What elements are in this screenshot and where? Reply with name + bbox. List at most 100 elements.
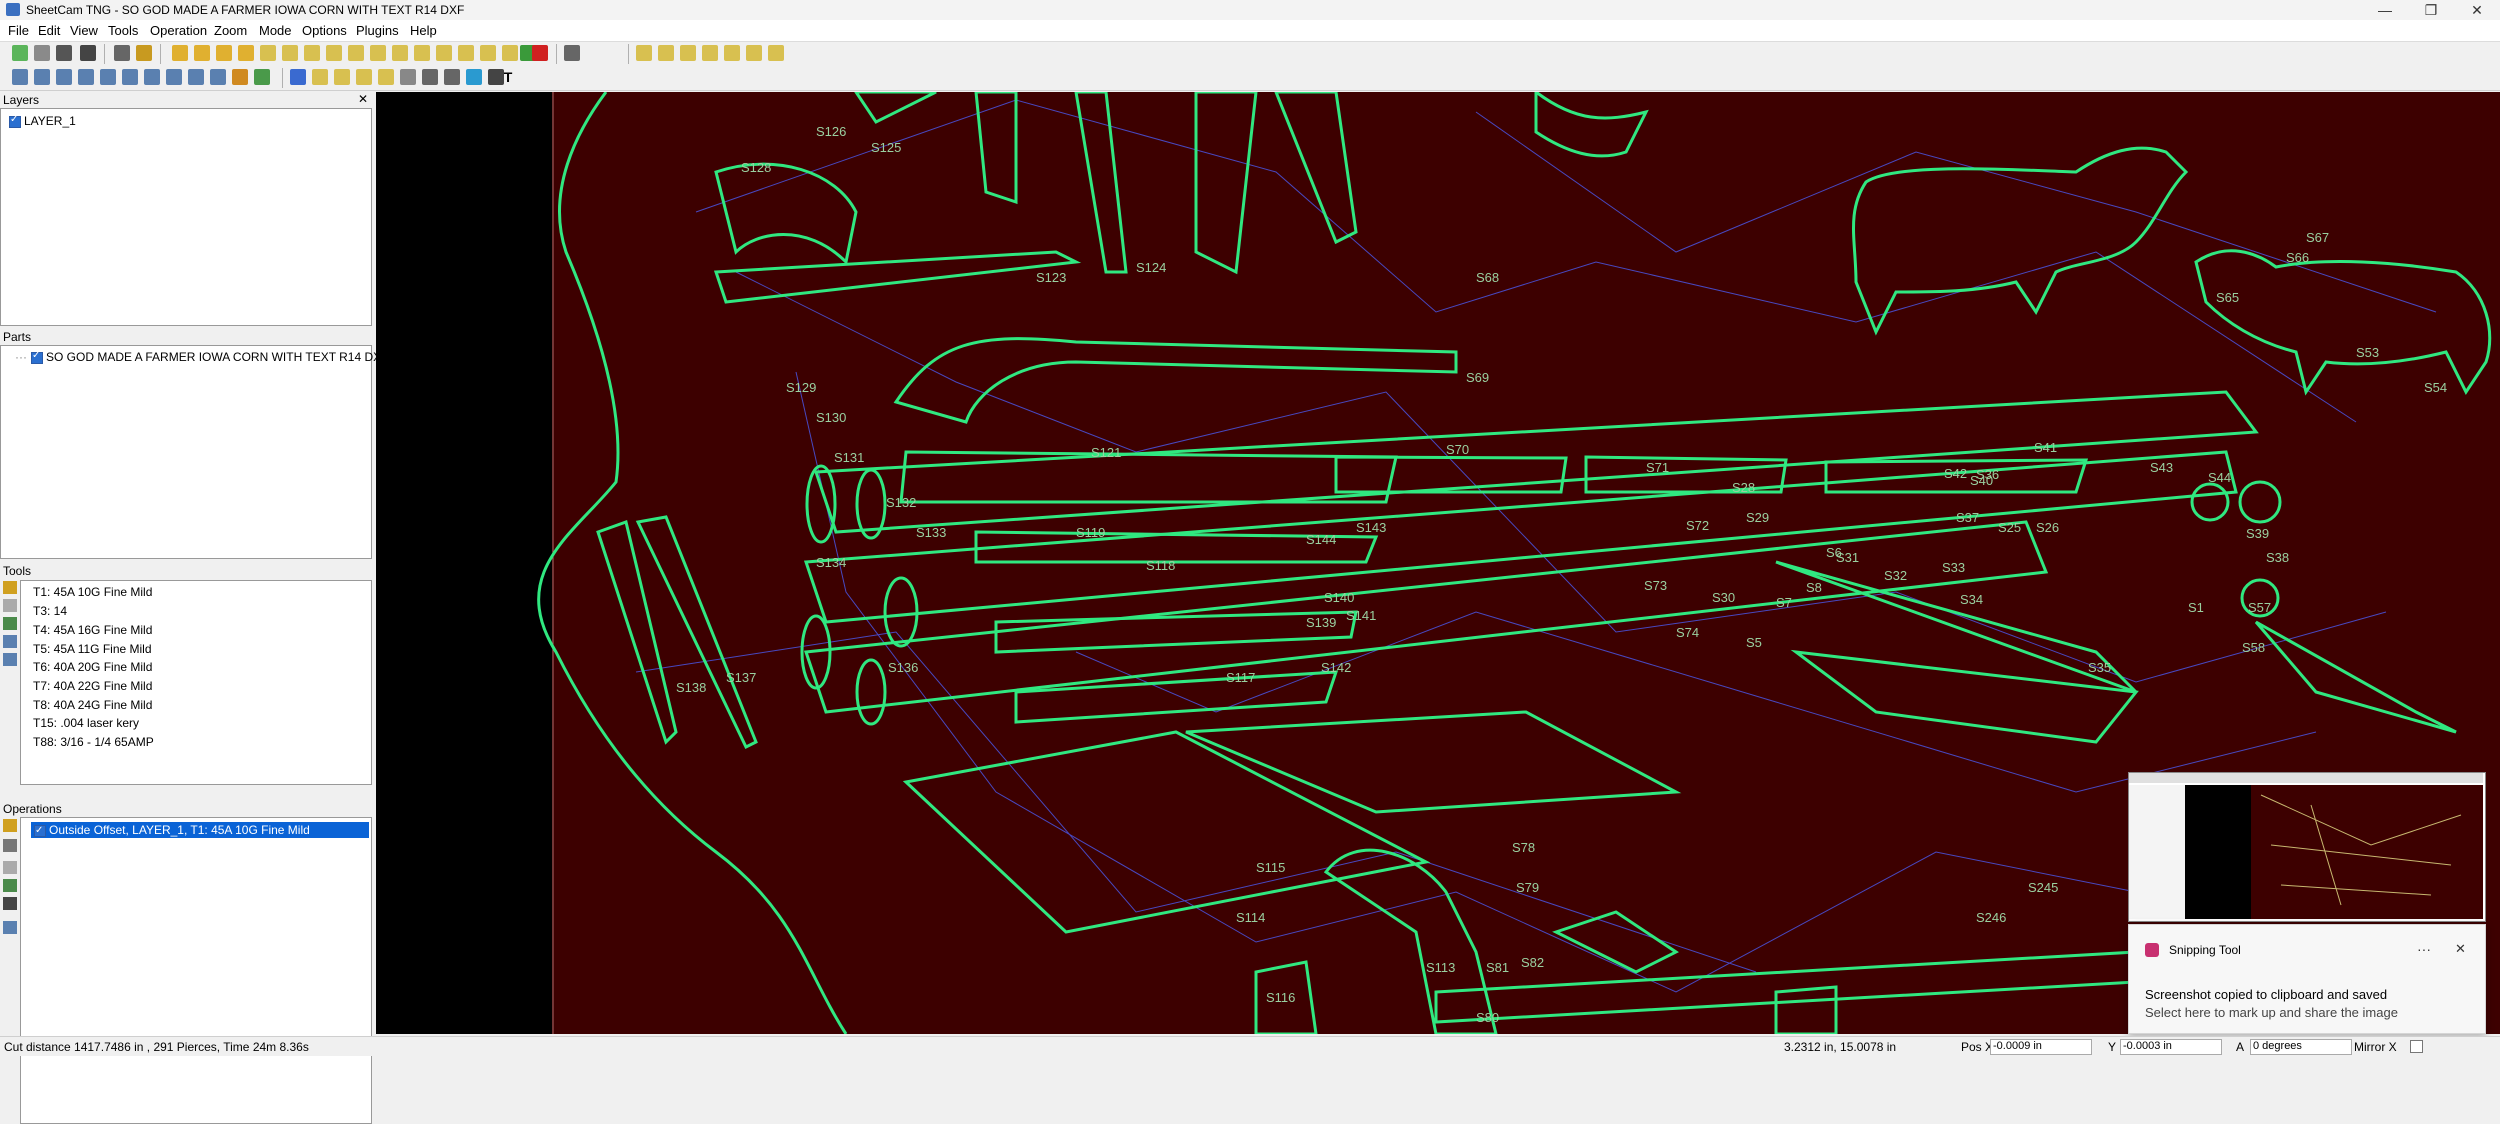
checkbox-icon[interactable] bbox=[34, 823, 46, 839]
op-code-icon[interactable] bbox=[3, 897, 17, 910]
angle-input[interactable]: 0 degrees bbox=[2250, 1039, 2352, 1055]
zoom-out-icon[interactable] bbox=[658, 45, 674, 61]
operation-3-icon[interactable] bbox=[216, 45, 232, 61]
op-drill-icon[interactable] bbox=[3, 839, 17, 852]
view-1-icon[interactable] bbox=[12, 69, 28, 85]
view-7-icon[interactable] bbox=[144, 69, 160, 85]
op-cut-icon[interactable] bbox=[3, 819, 17, 832]
move-icon[interactable] bbox=[400, 69, 416, 85]
zoom-selection-icon[interactable] bbox=[768, 45, 784, 61]
zoom-in-icon[interactable] bbox=[636, 45, 652, 61]
checkbox-icon[interactable] bbox=[9, 114, 21, 128]
tool-item[interactable]: T1: 45A 10G Fine Mild bbox=[33, 585, 152, 599]
operation-7-icon[interactable] bbox=[304, 45, 320, 61]
tool-item[interactable]: T5: 45A 11G Fine Mild bbox=[33, 642, 152, 656]
op-mill-icon[interactable] bbox=[3, 861, 17, 874]
operation-10-icon[interactable] bbox=[370, 45, 386, 61]
tool-table-icon[interactable] bbox=[3, 635, 17, 648]
undo-icon[interactable] bbox=[564, 45, 580, 61]
view-12-icon[interactable] bbox=[254, 69, 270, 85]
operation-11-icon[interactable] bbox=[392, 45, 408, 61]
tool-list-icon[interactable] bbox=[3, 653, 17, 666]
op-table-icon[interactable] bbox=[3, 921, 17, 934]
zoom-extents-icon[interactable] bbox=[702, 45, 718, 61]
menu-tools[interactable]: Tools bbox=[108, 23, 138, 38]
text-tool-icon[interactable]: T bbox=[500, 69, 516, 85]
view-2-icon[interactable] bbox=[34, 69, 50, 85]
posx-input[interactable]: -0.0009 in bbox=[1990, 1039, 2092, 1055]
operation-16-icon[interactable] bbox=[502, 45, 518, 61]
calculator-icon[interactable] bbox=[114, 45, 130, 61]
tool-item[interactable]: T7: 40A 22G Fine Mild bbox=[33, 679, 152, 693]
tool-item[interactable]: T3: 14 bbox=[33, 604, 67, 618]
tool-item[interactable]: T4: 45A 16G Fine Mild bbox=[33, 623, 152, 637]
scale-icon[interactable] bbox=[444, 69, 460, 85]
menu-options[interactable]: Options bbox=[302, 23, 347, 38]
edit-order-icon[interactable] bbox=[334, 69, 350, 85]
more-options-icon[interactable]: ··· bbox=[2417, 941, 2431, 957]
mirror-x-checkbox[interactable] bbox=[2410, 1040, 2423, 1053]
snip-preview-thumbnail[interactable] bbox=[2128, 772, 2486, 922]
view-4-icon[interactable] bbox=[78, 69, 94, 85]
tool-item[interactable]: T88: 3/16 - 1/4 65AMP bbox=[33, 735, 154, 749]
rotate-icon[interactable] bbox=[422, 69, 438, 85]
menu-file[interactable]: File bbox=[8, 23, 29, 38]
view-11-icon[interactable] bbox=[232, 69, 248, 85]
operation-item[interactable]: Outside Offset, LAYER_1, T1: 45A 10G Fin… bbox=[31, 822, 369, 839]
operation-6-icon[interactable] bbox=[282, 45, 298, 61]
view-9-icon[interactable] bbox=[188, 69, 204, 85]
menu-operation[interactable]: Operation bbox=[150, 23, 207, 38]
operation-8-icon[interactable] bbox=[326, 45, 342, 61]
operation-9-icon[interactable] bbox=[348, 45, 364, 61]
menu-help[interactable]: Help bbox=[410, 23, 437, 38]
operation-13-icon[interactable] bbox=[436, 45, 452, 61]
checkbox-icon[interactable] bbox=[31, 350, 43, 364]
operation-14-icon[interactable] bbox=[458, 45, 474, 61]
edit-leadin-icon[interactable] bbox=[356, 69, 372, 85]
menu-view[interactable]: View bbox=[70, 23, 98, 38]
measure-icon[interactable] bbox=[466, 69, 482, 85]
edit-start-icon[interactable] bbox=[312, 69, 328, 85]
zoom-previous-icon[interactable] bbox=[746, 45, 762, 61]
zoom-window-icon[interactable] bbox=[680, 45, 696, 61]
view-10-icon[interactable] bbox=[210, 69, 226, 85]
operation-2-icon[interactable] bbox=[194, 45, 210, 61]
select-pointer-icon[interactable] bbox=[290, 69, 306, 85]
close-window-button[interactable]: ✕ bbox=[2454, 0, 2500, 20]
maximize-button[interactable]: ❐ bbox=[2408, 0, 2454, 20]
close-toast-icon[interactable]: ✕ bbox=[2455, 941, 2466, 957]
edit-tabs-icon[interactable] bbox=[378, 69, 394, 85]
tool-plasma-icon[interactable] bbox=[3, 581, 17, 594]
tool-item[interactable]: T6: 40A 20G Fine Mild bbox=[33, 660, 152, 674]
new-job-icon[interactable] bbox=[12, 45, 28, 61]
print-icon[interactable] bbox=[80, 45, 96, 61]
save-job-icon[interactable] bbox=[56, 45, 72, 61]
part-item[interactable]: ···SO GOD MADE A FARMER IOWA CORN WITH T… bbox=[15, 350, 389, 364]
view-5-icon[interactable] bbox=[100, 69, 116, 85]
view-6-icon[interactable] bbox=[122, 69, 138, 85]
tool-item[interactable]: T15: .004 laser kery bbox=[33, 716, 139, 730]
zoom-part-icon[interactable] bbox=[724, 45, 740, 61]
operation-12-icon[interactable] bbox=[414, 45, 430, 61]
menu-plugins[interactable]: Plugins bbox=[356, 23, 399, 38]
menu-mode[interactable]: Mode bbox=[259, 23, 292, 38]
tool-drill-icon[interactable] bbox=[3, 599, 17, 612]
menu-edit[interactable]: Edit bbox=[38, 23, 60, 38]
operation-1-icon[interactable] bbox=[172, 45, 188, 61]
post-process-icon[interactable] bbox=[136, 45, 152, 61]
close-panel-icon[interactable]: ✕ bbox=[358, 92, 368, 106]
tool-item[interactable]: T8: 40A 24G Fine Mild bbox=[33, 698, 152, 712]
op-engrave-icon[interactable] bbox=[3, 879, 17, 892]
operation-15-icon[interactable] bbox=[480, 45, 496, 61]
layer-item[interactable]: LAYER_1 bbox=[9, 114, 76, 128]
y-input[interactable]: -0.0003 in bbox=[2120, 1039, 2222, 1055]
menu-zoom[interactable]: Zoom bbox=[214, 23, 247, 38]
stop-icon[interactable] bbox=[532, 45, 548, 61]
snipping-tool-toast[interactable]: Snipping Tool ··· ✕ Screenshot copied to… bbox=[2128, 924, 2486, 1034]
view-8-icon[interactable] bbox=[166, 69, 182, 85]
tool-mill-icon[interactable] bbox=[3, 617, 17, 630]
operation-5-icon[interactable] bbox=[260, 45, 276, 61]
operation-4-icon[interactable] bbox=[238, 45, 254, 61]
view-3-icon[interactable] bbox=[56, 69, 72, 85]
minimize-button[interactable]: — bbox=[2362, 0, 2408, 20]
